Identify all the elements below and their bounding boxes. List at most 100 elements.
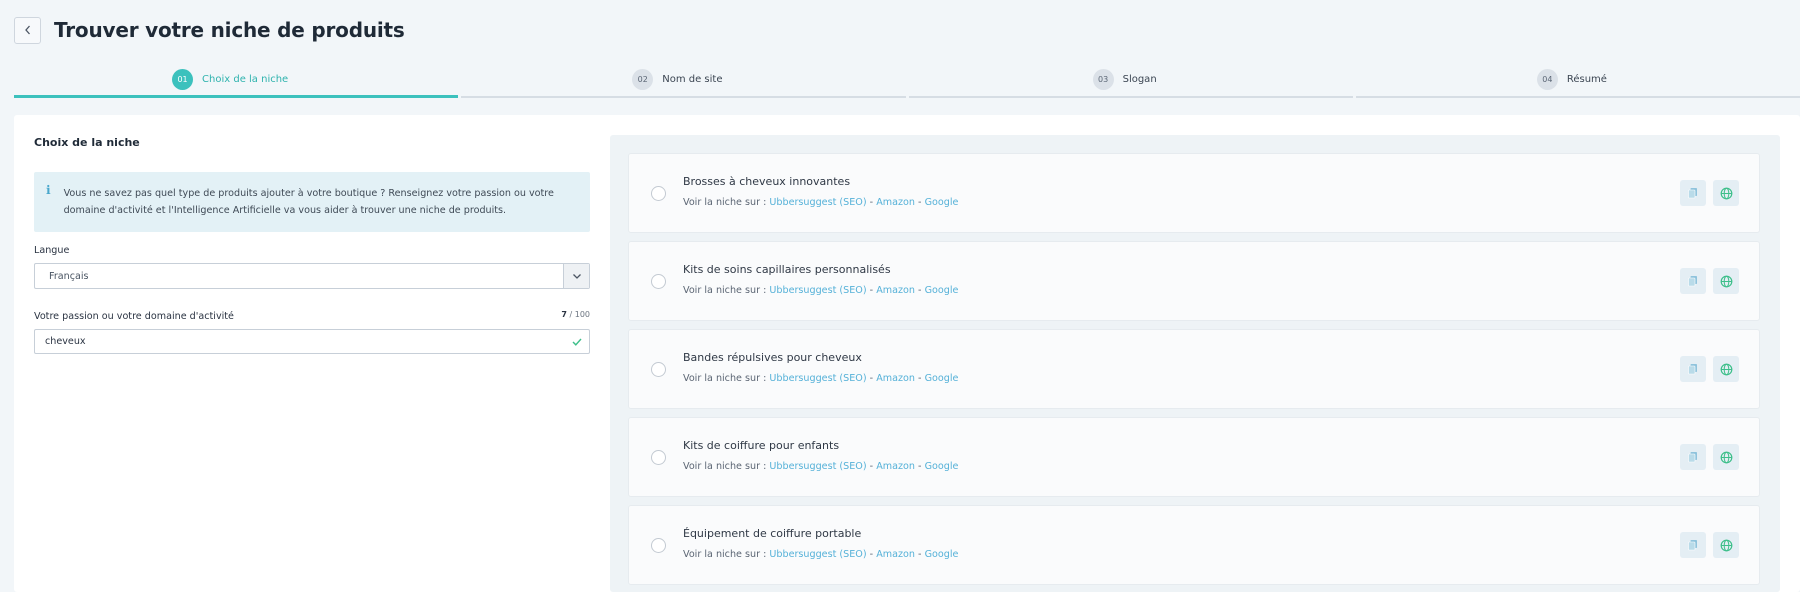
language-select[interactable]: Français <box>34 263 590 289</box>
web-search-button[interactable] <box>1713 180 1739 206</box>
info-icon: ℹ <box>46 183 51 197</box>
separator: - <box>869 461 874 472</box>
link-amazon[interactable]: Amazon <box>876 549 915 560</box>
passion-input-wrapper <box>34 329 590 354</box>
copy-button[interactable] <box>1680 268 1706 294</box>
copy-button[interactable] <box>1680 356 1706 382</box>
copy-icon <box>1688 540 1697 551</box>
step-niche[interactable]: 01 Choix de la niche <box>14 66 459 98</box>
chevron-down-icon[interactable] <box>563 264 589 288</box>
link-amazon[interactable]: Amazon <box>876 285 915 296</box>
niche-links: Voir la niche sur : Ubbersuggest (SEO) -… <box>683 373 958 384</box>
separator: - <box>869 549 874 560</box>
page-title: Trouver votre niche de produits <box>54 18 405 42</box>
separator: - <box>869 285 874 296</box>
niche-title: Kits de soins capillaires personnalisés <box>683 263 891 276</box>
link-google[interactable]: Google <box>925 549 959 560</box>
niche-title: Kits de coiffure pour enfants <box>683 439 840 452</box>
step-number: 04 <box>1536 68 1558 90</box>
step-progress-line <box>461 96 906 98</box>
link-ubbersuggest[interactable]: Ubbersuggest (SEO) <box>769 373 866 384</box>
page-header: Trouver votre niche de produits <box>14 16 405 44</box>
copy-icon <box>1688 276 1697 287</box>
copy-icon <box>1688 452 1697 463</box>
web-search-button[interactable] <box>1713 444 1739 470</box>
separator: - <box>869 197 874 208</box>
link-google[interactable]: Google <box>925 373 959 384</box>
link-google[interactable]: Google <box>925 461 959 472</box>
niche-title: Bandes répulsives pour cheveux <box>683 351 862 364</box>
niche-item[interactable]: Kits de coiffure pour enfants Voir la ni… <box>628 417 1760 497</box>
link-ubbersuggest[interactable]: Ubbersuggest (SEO) <box>769 285 866 296</box>
niche-item[interactable]: Brosses à cheveux innovantes Voir la nic… <box>628 153 1760 233</box>
globe-icon <box>1720 275 1732 287</box>
chevron-left-icon <box>24 25 30 35</box>
step-progress-line <box>908 96 1353 98</box>
niche-item[interactable]: Bandes répulsives pour cheveux Voir la n… <box>628 329 1760 409</box>
niche-results-panel: Brosses à cheveux innovantes Voir la nic… <box>610 135 1780 592</box>
step-number: 01 <box>172 68 194 90</box>
info-alert: ℹ Vous ne savez pas quel type de produit… <box>34 172 590 232</box>
niche-radio[interactable] <box>651 362 666 377</box>
back-button[interactable] <box>14 16 41 44</box>
globe-icon <box>1720 363 1732 375</box>
passion-label: Votre passion ou votre domaine d'activit… <box>34 311 234 322</box>
step-summary[interactable]: 04 Résumé <box>1355 66 1800 98</box>
niche-list: Brosses à cheveux innovantes Voir la nic… <box>628 153 1762 585</box>
copy-icon <box>1688 188 1697 199</box>
web-search-button[interactable] <box>1713 268 1739 294</box>
section-title: Choix de la niche <box>34 136 140 149</box>
step-site-name[interactable]: 02 Nom de site <box>461 66 906 98</box>
link-amazon[interactable]: Amazon <box>876 373 915 384</box>
char-max: / 100 <box>569 310 590 319</box>
niche-radio[interactable] <box>651 274 666 289</box>
link-ubbersuggest[interactable]: Ubbersuggest (SEO) <box>769 549 866 560</box>
step-label: Nom de site <box>662 73 723 85</box>
wizard-steps: 01 Choix de la niche 02 Nom de site 03 S… <box>14 66 1800 98</box>
link-amazon[interactable]: Amazon <box>876 461 915 472</box>
niche-radio[interactable] <box>651 450 666 465</box>
niche-title: Brosses à cheveux innovantes <box>683 175 851 188</box>
step-progress-line <box>1355 96 1800 98</box>
info-text: Vous ne savez pas quel type de produits … <box>63 188 554 216</box>
separator: - <box>918 285 922 296</box>
niche-radio[interactable] <box>651 538 666 553</box>
link-amazon[interactable]: Amazon <box>876 197 915 208</box>
step-slogan[interactable]: 03 Slogan <box>908 66 1353 98</box>
globe-icon <box>1720 187 1732 199</box>
copy-button[interactable] <box>1680 532 1706 558</box>
niche-links: Voir la niche sur : Ubbersuggest (SEO) -… <box>683 461 958 472</box>
link-google[interactable]: Google <box>925 197 959 208</box>
niche-links: Voir la niche sur : Ubbersuggest (SEO) -… <box>683 549 958 560</box>
link-ubbersuggest[interactable]: Ubbersuggest (SEO) <box>769 461 866 472</box>
separator: - <box>918 461 922 472</box>
passion-input[interactable] <box>35 336 565 347</box>
web-search-button[interactable] <box>1713 532 1739 558</box>
step-number: 02 <box>632 68 654 90</box>
links-prefix: Voir la niche sur : <box>683 285 767 296</box>
char-counter: 7 / 100 <box>561 310 590 319</box>
niche-title: Équipement de coiffure portable <box>683 527 862 540</box>
links-prefix: Voir la niche sur : <box>683 197 767 208</box>
step-progress-line <box>14 95 459 98</box>
links-prefix: Voir la niche sur : <box>683 461 767 472</box>
niche-radio[interactable] <box>651 186 666 201</box>
main-card: Choix de la niche ℹ Vous ne savez pas qu… <box>14 115 1800 592</box>
check-icon <box>565 338 589 346</box>
link-google[interactable]: Google <box>925 285 959 296</box>
links-prefix: Voir la niche sur : <box>683 373 767 384</box>
copy-icon <box>1688 364 1697 375</box>
char-count: 7 <box>561 310 567 319</box>
copy-button[interactable] <box>1680 180 1706 206</box>
separator: - <box>918 197 922 208</box>
copy-button[interactable] <box>1680 444 1706 470</box>
niche-item[interactable]: Équipement de coiffure portable Voir la … <box>628 505 1760 585</box>
separator: - <box>869 373 874 384</box>
step-label: Résumé <box>1566 73 1607 85</box>
niche-item[interactable]: Kits de soins capillaires personnalisés … <box>628 241 1760 321</box>
language-label: Langue <box>34 245 70 256</box>
step-label: Slogan <box>1122 73 1157 85</box>
link-ubbersuggest[interactable]: Ubbersuggest (SEO) <box>769 197 866 208</box>
niche-links: Voir la niche sur : Ubbersuggest (SEO) -… <box>683 285 958 296</box>
web-search-button[interactable] <box>1713 356 1739 382</box>
